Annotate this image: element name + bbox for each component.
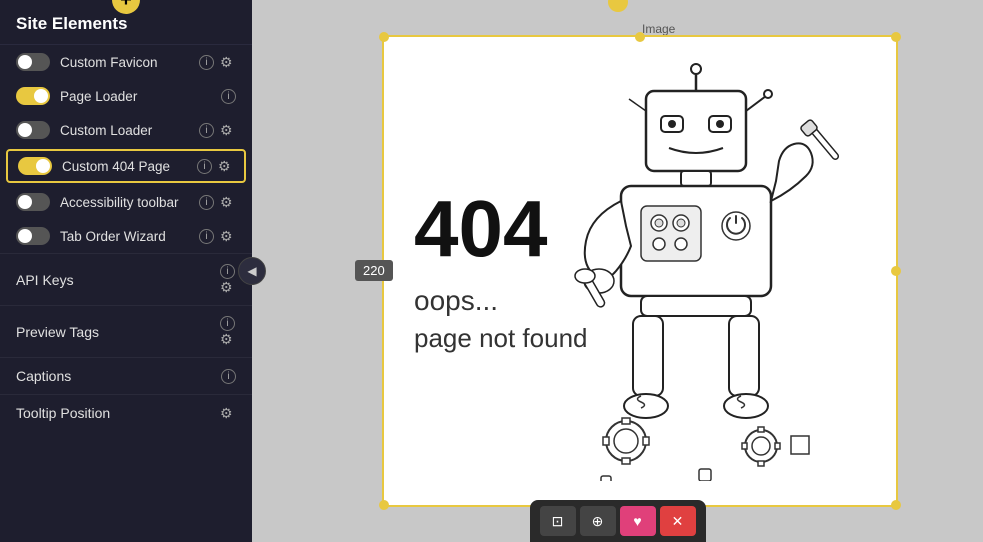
label-custom-404-page: Custom 404 Page (62, 159, 187, 174)
sidebar-item-accessibility-toolbar[interactable]: Accessibility toolbari⚙ (0, 185, 252, 219)
gear-icon-accessibility-toolbar[interactable]: ⚙ (220, 194, 236, 210)
gear-icon-custom-loader[interactable]: ⚙ (220, 122, 236, 138)
toggle-accessibility-toolbar[interactable] (16, 193, 50, 211)
info-icon-custom-favicon[interactable]: i (199, 55, 214, 70)
toolbar-btn-layout[interactable]: ⊡ (540, 506, 576, 536)
icons-custom-loader: i⚙ (199, 122, 236, 138)
resize-handle-tl[interactable] (379, 32, 389, 42)
gear-icon-tooltip-position[interactable]: ⚙ (220, 405, 236, 421)
icons-custom-404-page: i⚙ (197, 158, 234, 174)
top-resize-handle[interactable] (608, 0, 628, 12)
robot-illustration (536, 77, 856, 465)
sidebar-item-custom-loader[interactable]: Custom Loaderi⚙ (0, 113, 252, 147)
sidebar-item-custom-favicon[interactable]: Custom Faviconi⚙ (0, 45, 252, 79)
toggle-custom-favicon[interactable] (16, 53, 50, 71)
sidebar: Site Elements Custom Faviconi⚙Page Loade… (0, 0, 252, 542)
menu-label-preview-tags: Preview Tags (16, 324, 212, 340)
info-icon-accessibility-toolbar[interactable]: i (199, 195, 214, 210)
resize-handle-tr[interactable] (891, 32, 901, 42)
image-label: Image (642, 22, 675, 36)
label-accessibility-toolbar: Accessibility toolbar (60, 195, 189, 210)
icons-page-loader: i (221, 89, 236, 104)
info-icon-tab-order-wizard[interactable]: i (199, 229, 214, 244)
bottom-toolbar: ⊡ ⊕ ♥ ✕ (530, 500, 706, 542)
gear-icon-custom-favicon[interactable]: ⚙ (220, 54, 236, 70)
label-custom-loader: Custom Loader (60, 123, 189, 138)
label-custom-favicon: Custom Favicon (60, 55, 189, 70)
main-canvas: Image 404 oops... page not found (252, 0, 983, 542)
sidebar-item-tab-order-wizard[interactable]: Tab Order Wizardi⚙ (0, 219, 252, 253)
toolbar-btn-heart[interactable]: ♥ (620, 506, 656, 536)
info-icon-captions[interactable]: i (221, 369, 236, 384)
label-page-loader: Page Loader (60, 89, 211, 104)
menu-item-api-keys[interactable]: API Keys i⚙ (0, 253, 252, 305)
menu-icons-captions: i (221, 369, 236, 384)
gear-icon-api-keys[interactable]: ⚙ (220, 279, 236, 295)
gear-icon-custom-404-page[interactable]: ⚙ (218, 158, 234, 174)
label-tab-order-wizard: Tab Order Wizard (60, 229, 189, 244)
info-icon-custom-loader[interactable]: i (199, 123, 214, 138)
icons-accessibility-toolbar: i⚙ (199, 194, 236, 210)
menu-label-tooltip-position: Tooltip Position (16, 405, 212, 421)
resize-handle-mr[interactable] (891, 266, 901, 276)
content-box[interactable]: 404 oops... page not found (382, 35, 898, 507)
toggle-custom-loader[interactable] (16, 121, 50, 139)
gear-icon-tab-order-wizard[interactable]: ⚙ (220, 228, 236, 244)
gear-icon-preview-tags[interactable]: ⚙ (220, 331, 236, 347)
menu-icons-api-keys: i⚙ (220, 264, 236, 295)
menu-label-api-keys: API Keys (16, 272, 212, 288)
sidebar-item-custom-404-page[interactable]: Custom 404 Pagei⚙ (6, 149, 246, 183)
resize-handle-br[interactable] (891, 500, 901, 510)
menu-item-captions[interactable]: Captions i (0, 357, 252, 394)
info-icon-api-keys[interactable]: i (220, 264, 235, 279)
menu-icons-preview-tags: i⚙ (220, 316, 236, 347)
sidebar-collapse-button[interactable]: ◀ (238, 257, 266, 285)
toggle-custom-404-page[interactable] (18, 157, 52, 175)
sidebar-item-page-loader[interactable]: Page Loader i (0, 79, 252, 113)
resize-handle-bl[interactable] (379, 500, 389, 510)
badge-220: 220 (355, 260, 393, 281)
menu-item-tooltip-position[interactable]: Tooltip Position ⚙ (0, 394, 252, 431)
icons-custom-favicon: i⚙ (199, 54, 236, 70)
toggle-page-loader[interactable] (16, 87, 50, 105)
toggle-tab-order-wizard[interactable] (16, 227, 50, 245)
info-icon-preview-tags[interactable]: i (220, 316, 235, 331)
toolbar-btn-add[interactable]: ⊕ (580, 506, 616, 536)
menu-icons-tooltip-position: ⚙ (220, 405, 236, 421)
resize-handle-tm[interactable] (635, 32, 645, 42)
info-icon-custom-404-page[interactable]: i (197, 159, 212, 174)
menu-item-preview-tags[interactable]: Preview Tags i⚙ (0, 305, 252, 357)
info-icon-page-loader[interactable]: i (221, 89, 236, 104)
menu-label-captions: Captions (16, 368, 213, 384)
toolbar-btn-close[interactable]: ✕ (660, 506, 696, 536)
icons-tab-order-wizard: i⚙ (199, 228, 236, 244)
